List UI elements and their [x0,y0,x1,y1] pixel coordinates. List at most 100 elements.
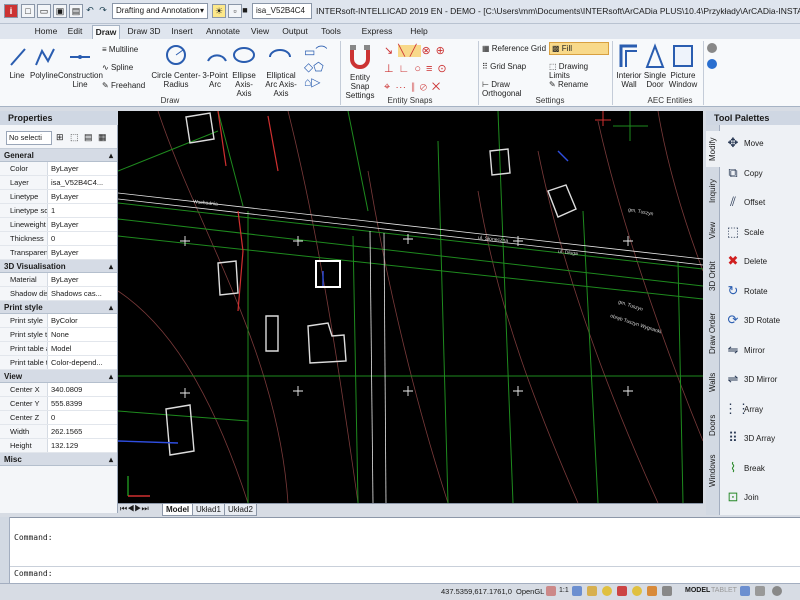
tool-move[interactable]: ✥ Move [722,131,800,157]
tool-copy[interactable]: ⧉ Copy [722,161,800,187]
entity-snap-settings-button[interactable]: Entity Snap Settings [340,73,380,100]
tab-inquiry[interactable]: Inquiry [706,173,720,209]
ribbon-options-icon[interactable] [707,43,717,53]
property-section-header[interactable]: Print style ▴ [0,301,117,314]
command-input[interactable] [10,566,800,580]
tool-break[interactable]: ⌇ Break [722,456,800,482]
new-icon[interactable]: □ [21,4,35,18]
property-row[interactable]: Center X 340.0809 [0,383,117,397]
property-row[interactable]: Height 132.129 [0,439,117,453]
collapse-icon[interactable]: ▴ [109,370,113,383]
tab-draw-order[interactable]: Draw Order [706,307,720,359]
command-grip[interactable] [0,517,10,583]
interior-wall-icon[interactable] [618,43,640,69]
freehand-button[interactable]: ✎ Freehand [102,81,148,90]
tab-home[interactable]: Home [32,25,60,39]
ribbon-help-icon[interactable] [707,59,717,69]
tab-3d-orbit[interactable]: 3D Orbit [706,255,720,297]
workspace-select[interactable]: Drafting and Annotation ▾ [112,3,208,19]
property-row[interactable]: Width 262.1565 [0,425,117,439]
polyline-icon[interactable] [34,45,56,69]
save-icon[interactable]: ▣ [53,4,67,18]
model-toggle[interactable]: MODEL [685,587,710,594]
spline-button[interactable]: ∿ Spline [102,63,148,72]
tool-mirror[interactable]: ⇋ Mirror [722,338,800,364]
tool-offset[interactable]: ⫽ Offset [722,190,800,216]
tab-model[interactable]: Model [162,504,194,516]
collapse-icon[interactable]: ▴ [109,453,113,466]
snap-icon[interactable] [602,586,612,596]
shapes-gallery[interactable]: ▭⌒ ◇⬠ ⌂▷ [304,45,338,91]
tool-3d-rotate[interactable]: ⟳ 3D Rotate [722,308,800,334]
collapse-icon[interactable]: ▴ [109,149,113,162]
arc-button[interactable]: 3-Point Arc [200,71,230,89]
undo-icon[interactable]: ↶ [83,4,97,18]
picture-window-icon[interactable] [672,43,694,69]
lineweight-icon[interactable] [662,586,672,596]
property-value[interactable]: ByLayer [48,190,117,203]
tool-scale[interactable]: ⬚ Scale [722,220,800,246]
tab-layout1[interactable]: Układ1 [192,504,225,516]
layer-light-icon[interactable]: ☀ [212,4,226,18]
property-row[interactable]: Print style tableNone [0,328,117,342]
tab-draw[interactable]: Draw [92,25,120,39]
magnet-icon[interactable] [346,43,374,71]
property-section-header[interactable]: Misc ▴ [0,453,117,466]
tool-join[interactable]: ⊡ Join [722,485,800,511]
property-value[interactable]: 340.0809 [48,383,117,396]
tab-edit[interactable]: Edit [62,25,88,39]
tab-help[interactable]: Help [408,25,430,39]
property-value[interactable]: ByLayer [48,162,117,175]
tab-view-palette[interactable]: View [706,217,720,243]
property-row[interactable]: Linetype ByLayer [0,190,117,204]
property-section-header[interactable]: 3D Visualisation ▴ [0,260,117,273]
tool-3d-mirror[interactable]: ⇌ 3D Mirror [722,367,800,393]
print-icon[interactable]: ▤ [69,4,83,18]
property-row[interactable]: Print style ByColor [0,314,117,328]
tab-output[interactable]: Output [280,25,310,39]
property-value[interactable]: None [48,328,117,341]
customize-icon[interactable] [755,586,765,596]
layer-select[interactable]: isa_V52B4C4 [252,3,312,19]
drawing-canvas[interactable]: Wschodnia ul. Słoneczna gm. Tuszyn obręb… [118,111,703,503]
redo-icon[interactable]: ↷ [96,4,110,18]
settings-icon[interactable] [740,586,750,596]
tool-3d-array[interactable]: ⠿ 3D Array [722,426,800,452]
property-value[interactable]: ByLayer [48,246,117,259]
fullscreen-icon[interactable] [772,586,782,596]
tab-view[interactable]: View [248,25,272,39]
circle-button[interactable]: Circle Center-Radius [150,71,202,89]
circle-icon[interactable] [164,43,188,67]
open-icon[interactable]: ▭ [37,4,51,18]
toggle-pickadd-icon[interactable]: ▤ [84,132,93,143]
esnap-icon[interactable] [647,586,657,596]
property-value[interactable]: 0 [48,411,117,424]
snap-toggles[interactable]: ↘╲╱⊗⊕ ⊥∟○≡⊙ ⌖⋯∥⊘✕ [384,42,476,98]
tool-array[interactable]: ⋮⋮ Array [722,397,800,423]
tool-delete[interactable]: ✖ Delete [722,249,800,275]
property-section-header[interactable]: View ▴ [0,370,117,383]
property-row[interactable]: TransparencyByLayer [0,246,117,260]
tab-tools[interactable]: Tools [318,25,344,39]
property-value[interactable]: 132.129 [48,439,117,452]
select-objects-icon[interactable]: ⬚ [70,132,79,143]
tab-layout2[interactable]: Układ2 [224,504,257,516]
property-value[interactable]: 1 [48,204,117,217]
ellipse-button[interactable]: Ellipse Axis-Axis [228,71,260,98]
property-row[interactable]: Shadow displShadows cas... [0,287,117,301]
property-value[interactable]: ByLayer [48,218,117,231]
tablet-toggle[interactable]: TABLET [711,587,737,594]
property-row[interactable]: Thickness 0 [0,232,117,246]
property-row[interactable]: Lineweight ByLayer [0,218,117,232]
tab-doors[interactable]: Doors [706,411,720,439]
polyline-button[interactable]: Polyline [28,71,60,80]
single-door-icon[interactable] [644,43,666,69]
rename-button[interactable]: ✎ Rename [549,80,609,89]
ellipse-icon[interactable] [232,43,256,67]
line-icon[interactable] [8,45,28,69]
property-value[interactable]: Shadows cas... [48,287,117,300]
construction-line-button[interactable]: Construction Line [58,71,103,89]
workspace-icon[interactable] [572,586,582,596]
drawing-limits-button[interactable]: ⬚ Drawing Limits [549,62,611,80]
property-row[interactable]: Material ByLayer [0,273,117,287]
